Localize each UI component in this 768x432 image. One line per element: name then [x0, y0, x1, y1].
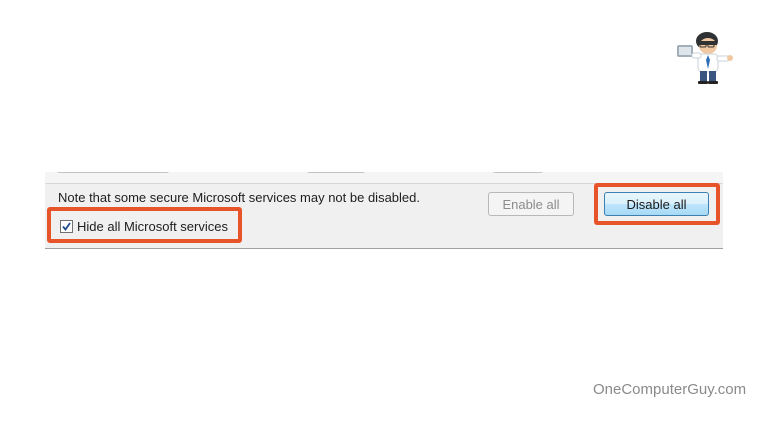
- onecomputerguy-logo: [675, 26, 735, 86]
- mascot-man-with-laptop-icon: [677, 32, 733, 84]
- highlight-box-disable-all: [594, 183, 720, 225]
- secure-services-note: Note that some secure Microsoft services…: [58, 190, 420, 205]
- highlight-box-hide-services: [47, 207, 242, 243]
- watermark-text: OneComputerGuy.com: [593, 381, 747, 398]
- enable-all-button[interactable]: Enable all: [488, 192, 574, 216]
